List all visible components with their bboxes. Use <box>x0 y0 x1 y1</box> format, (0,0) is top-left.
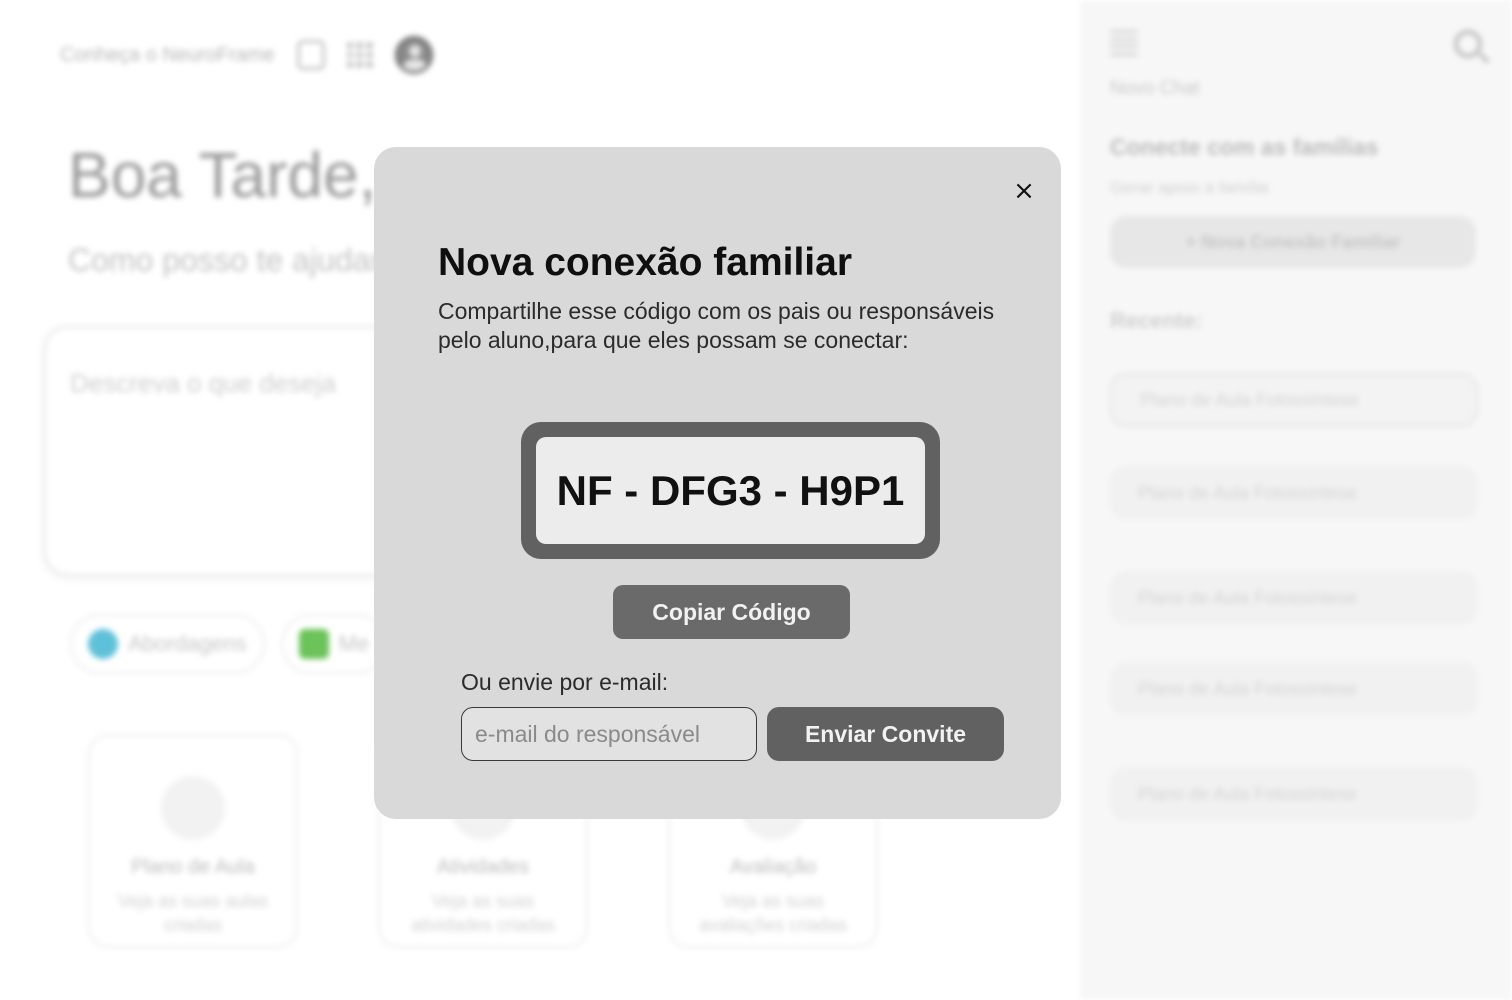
connect-families-title: Conecte com as famílias <box>1110 134 1379 160</box>
box-icon[interactable] <box>296 40 325 70</box>
about-neuroframe-link[interactable]: Conheça o NeuroFrame <box>60 44 275 67</box>
check-circle-icon <box>88 629 118 659</box>
recent-label: Recente: <box>1110 308 1203 333</box>
top-bar: Conheça o NeuroFrame <box>60 36 433 74</box>
menu-icon[interactable] <box>1110 30 1138 56</box>
recent-item[interactable]: Plano de Aula Fotossíntese <box>1110 373 1478 427</box>
modal-description: Compartilhe esse código com os pais ou r… <box>438 298 995 353</box>
document-icon <box>161 776 225 840</box>
recent-item[interactable]: Plano de Aula Fotossíntese <box>1110 662 1478 716</box>
chip-abordagens[interactable]: Abordagens <box>70 614 265 674</box>
email-label: Ou envie por e-mail: <box>461 669 669 695</box>
chip-label: Me <box>338 631 370 656</box>
card-title: Avaliação <box>729 856 817 878</box>
chip-second[interactable]: Me <box>280 614 388 674</box>
card-desc: Veja as suas atividades criadas <box>410 891 556 935</box>
card-title: Plano de Aula <box>131 856 255 878</box>
greeting-title: Boa Tarde, <box>68 139 377 211</box>
card-title: Atividades <box>436 856 530 878</box>
recent-item[interactable]: Plano de Aula Fotossíntese <box>1110 571 1478 625</box>
search-icon[interactable] <box>1454 30 1482 58</box>
recent-item[interactable]: Plano de Aula Fotossíntese <box>1110 466 1478 520</box>
prompt-placeholder: Descreva o que deseja <box>70 368 336 398</box>
send-invite-button[interactable]: Enviar Convite <box>767 707 1004 761</box>
close-icon[interactable]: × <box>1010 177 1038 205</box>
chip-label: Abordagens <box>128 631 247 656</box>
new-chat-link[interactable]: Novo Chat <box>1110 78 1200 100</box>
suggestion-chips: Abordagens Me <box>70 614 388 674</box>
connection-code: NF - DFG3 - H9P1 <box>556 466 905 514</box>
user-avatar-icon[interactable] <box>394 36 433 74</box>
new-family-connection-button[interactable]: + Nova Conexão Familiar <box>1110 216 1476 268</box>
card-plano-de-aula[interactable]: Plano de Aula Veja as suas aulas criadas <box>88 734 298 948</box>
modal-title: Nova conexão familiar <box>438 241 852 284</box>
puzzle-icon <box>298 629 329 659</box>
grid-icon[interactable] <box>346 42 373 68</box>
sidebar: Novo Chat Conecte com as famílias Gerar … <box>1080 0 1512 1000</box>
card-desc: Veja as suas aulas criadas <box>117 891 269 935</box>
code-box: NF - DFG3 - H9P1 <box>536 437 925 544</box>
copy-code-button[interactable]: Copiar Código <box>613 585 850 639</box>
greeting-subtitle: Como posso te ajudar <box>68 242 382 278</box>
card-desc: Veja as suas avaliações criadas <box>698 891 848 935</box>
recent-item[interactable]: Plano de Aula Fotossíntese <box>1110 767 1478 821</box>
email-field[interactable] <box>461 707 757 761</box>
connect-families-subtitle: Gerar apoio a família <box>1110 178 1269 197</box>
family-connection-modal: × Nova conexão familiar Compartilhe esse… <box>374 147 1061 819</box>
code-display: NF - DFG3 - H9P1 <box>521 422 940 559</box>
